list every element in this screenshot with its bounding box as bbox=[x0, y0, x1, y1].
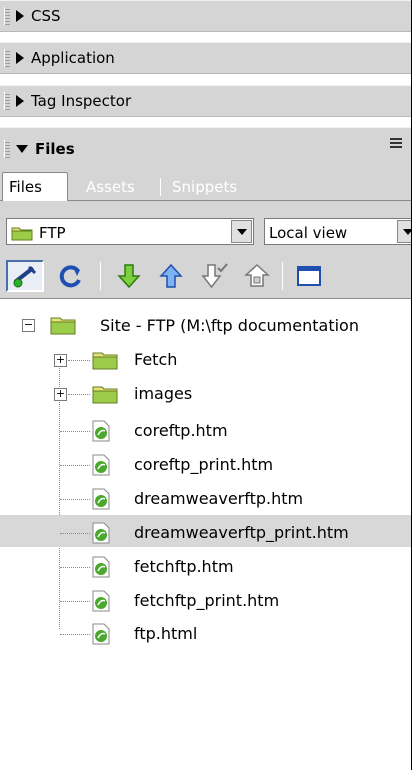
toolbar-separator bbox=[100, 262, 101, 290]
expand-button[interactable] bbox=[290, 260, 328, 292]
view-select-value: Local view bbox=[269, 224, 348, 242]
html-file-icon bbox=[92, 454, 110, 476]
folder-icon bbox=[92, 386, 118, 404]
panel-header-files[interactable]: Files bbox=[0, 127, 411, 169]
html-file-icon bbox=[92, 623, 110, 645]
panel-title: Files bbox=[35, 139, 75, 158]
tree-row-folder[interactable]: + images bbox=[0, 378, 411, 410]
tree-row-file[interactable]: dreamweaverftp.htm bbox=[0, 483, 411, 515]
check-out-icon bbox=[201, 263, 228, 289]
tab-snippets[interactable]: Snippets bbox=[166, 173, 243, 201]
collapse-triangle-icon bbox=[16, 144, 28, 153]
grip-icon[interactable] bbox=[4, 7, 10, 25]
collapse-box-icon[interactable]: − bbox=[22, 319, 35, 332]
grip-icon[interactable] bbox=[4, 139, 10, 158]
tree-row-root[interactable]: − Site - FTP (M:\ftp documentation bbox=[0, 310, 411, 342]
panel-title: CSS bbox=[31, 7, 61, 25]
tree-row-file-selected[interactable]: dreamweaverftp_print.htm bbox=[0, 515, 411, 547]
html-file-icon bbox=[92, 488, 110, 510]
panel-header-css[interactable]: CSS bbox=[0, 0, 411, 32]
tree-row-folder[interactable]: + Fetch bbox=[0, 344, 411, 376]
check-in-icon bbox=[244, 263, 270, 287]
tree-row-file[interactable]: coreftp.htm bbox=[0, 415, 411, 447]
expand-triangle-icon bbox=[16, 52, 24, 64]
put-icon bbox=[159, 263, 183, 288]
refresh-icon bbox=[59, 265, 81, 288]
panel-title: Tag Inspector bbox=[31, 92, 132, 110]
get-icon bbox=[117, 264, 141, 289]
tab-assets[interactable]: Assets bbox=[80, 173, 141, 201]
panel-header-application[interactable]: Application bbox=[0, 42, 411, 74]
html-file-icon bbox=[92, 420, 110, 442]
tree-row-label: coreftp_print.htm bbox=[134, 455, 274, 474]
tree-row-label: dreamweaverftp.htm bbox=[134, 489, 304, 508]
chevron-down-icon[interactable] bbox=[231, 220, 252, 243]
folder-icon bbox=[11, 227, 33, 241]
tree-row-label: fetchftp_print.htm bbox=[134, 591, 280, 610]
check-in-button[interactable] bbox=[238, 260, 276, 292]
panel-title: Application bbox=[31, 49, 115, 67]
check-out-button[interactable] bbox=[196, 260, 234, 292]
tree-row-label: Site - FTP (M:\ftp documentation bbox=[100, 316, 359, 335]
expand-triangle-icon bbox=[16, 95, 24, 107]
tree-row-label: ftp.html bbox=[134, 624, 198, 643]
grip-icon[interactable] bbox=[4, 49, 10, 67]
files-panel-window: CSS Application Tag Inspector Files File… bbox=[0, 0, 412, 770]
folder-icon bbox=[92, 352, 118, 370]
tree-row-file[interactable]: fetchftp.htm bbox=[0, 551, 411, 583]
view-select[interactable]: Local view bbox=[264, 218, 411, 245]
panel-header-tag-inspector[interactable]: Tag Inspector bbox=[0, 85, 411, 117]
expand-triangle-icon bbox=[16, 10, 24, 22]
tree-row-file[interactable]: fetchftp_print.htm bbox=[0, 585, 411, 617]
tab-files[interactable]: Files bbox=[2, 172, 68, 202]
refresh-button[interactable] bbox=[52, 260, 90, 292]
html-file-icon bbox=[92, 556, 110, 578]
tree-row-label: fetchftp.htm bbox=[134, 557, 234, 576]
tab-divider bbox=[160, 178, 161, 196]
site-select-value: FTP bbox=[39, 224, 66, 242]
tree-row-label: Fetch bbox=[134, 350, 178, 369]
connect-button[interactable] bbox=[6, 260, 44, 292]
file-tree: − Site - FTP (M:\ftp documentation + Fet… bbox=[0, 300, 411, 770]
chevron-down-icon[interactable] bbox=[397, 220, 411, 243]
panel-options-menu-icon[interactable] bbox=[390, 136, 406, 150]
toolbar-separator bbox=[282, 262, 283, 290]
tree-row-label: dreamweaverftp_print.htm bbox=[134, 523, 349, 542]
site-select[interactable]: FTP bbox=[6, 218, 254, 245]
expand-box-icon[interactable]: + bbox=[54, 354, 67, 367]
html-file-icon bbox=[92, 522, 110, 544]
get-files-button[interactable] bbox=[110, 260, 148, 292]
expand-icon bbox=[297, 266, 321, 286]
connect-icon bbox=[13, 265, 37, 288]
folder-icon bbox=[50, 317, 76, 335]
put-files-button[interactable] bbox=[152, 260, 190, 292]
tree-row-label: coreftp.htm bbox=[134, 421, 228, 440]
html-file-icon bbox=[92, 590, 110, 612]
tree-row-file[interactable]: ftp.html bbox=[0, 618, 411, 650]
tab-bar: Files Assets Snippets bbox=[0, 169, 411, 202]
grip-icon[interactable] bbox=[4, 92, 10, 110]
tree-row-file[interactable]: coreftp_print.htm bbox=[0, 449, 411, 481]
expand-box-icon[interactable]: + bbox=[54, 388, 67, 401]
tree-row-label: images bbox=[134, 384, 193, 403]
